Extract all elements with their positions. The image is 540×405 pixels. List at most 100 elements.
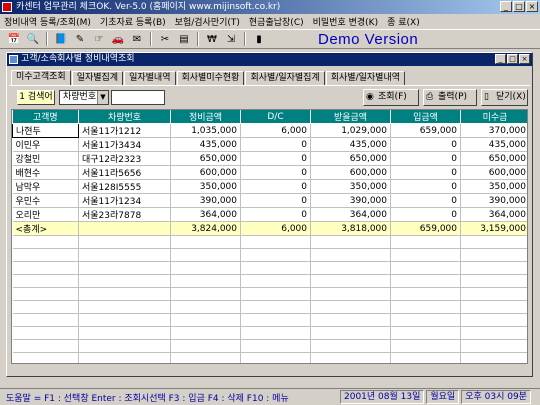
table-cell[interactable]: 350,000 <box>460 179 527 194</box>
table-cell[interactable]: 0 <box>390 137 461 152</box>
table-cell[interactable]: 1,035,000 <box>170 123 241 138</box>
table-cell[interactable]: 이민우 <box>12 137 79 152</box>
table-row[interactable]: 나현두 서울11가1212 1,035,000 6,000 1,029,000 … <box>12 123 527 138</box>
table-cell[interactable]: 서울128I5555 <box>78 179 171 194</box>
table-cell[interactable]: 서울11가3434 <box>78 137 171 152</box>
table-cell[interactable]: 0 <box>240 151 311 166</box>
table-row[interactable]: 남막우 서울128I5555 350,000 0 350,000 0 350,0… <box>12 179 527 194</box>
table-cell[interactable]: 서울23라7878 <box>78 207 171 222</box>
title-bar[interactable]: 카센터 업무관리 체크OK. Ver-5.0 (홈페이지 www.mijinso… <box>0 0 540 14</box>
tab-unpaid-customers[interactable]: 미수고객조회 <box>11 70 71 86</box>
table-cell[interactable]: 강철민 <box>12 151 79 166</box>
hand-icon[interactable]: ☞ <box>91 32 107 47</box>
table-cell[interactable]: 600,000 <box>170 165 241 180</box>
table-cell[interactable]: 서울11가1212 <box>78 123 171 138</box>
menu-cashbook[interactable]: 현금출납장(C) <box>249 15 304 28</box>
door-icon[interactable]: ▮ <box>251 32 267 47</box>
table-cell[interactable]: 364,000 <box>170 207 241 222</box>
table-cell[interactable]: 600,000 <box>460 165 527 180</box>
table-row[interactable]: 우민수 서울11가1234 390,000 0 390,000 0 390,00… <box>12 193 527 208</box>
child-title-bar[interactable]: 고객/소속회사별 정비내역조회 _ □ × <box>7 53 532 66</box>
table-cell[interactable]: 435,000 <box>310 137 391 152</box>
child-maximize-button[interactable]: □ <box>507 54 518 64</box>
table-cell[interactable]: 서울11라5656 <box>78 165 171 180</box>
tab-company-daily-detail[interactable]: 회사별/일자별내역 <box>325 71 406 85</box>
maximize-button[interactable]: □ <box>513 1 525 12</box>
table-cell[interactable]: 350,000 <box>310 179 391 194</box>
table-cell[interactable]: 나현두 <box>12 123 79 138</box>
close-button[interactable]: × <box>526 1 538 12</box>
menu-maintenance[interactable]: 정비내역 등록/조회(M) <box>4 15 91 28</box>
table-cell[interactable]: 0 <box>390 151 461 166</box>
table-cell[interactable]: 435,000 <box>460 137 527 152</box>
edit-icon[interactable]: ✎ <box>72 32 88 47</box>
column-header[interactable]: 미수금 <box>460 110 527 124</box>
table-cell[interactable]: 우민수 <box>12 193 79 208</box>
search-input[interactable] <box>111 90 165 105</box>
table-cell[interactable]: 오리만 <box>12 207 79 222</box>
total-row[interactable]: <총계> 3,824,000 6,000 3,818,000 659,000 3… <box>12 221 527 236</box>
mail-icon[interactable]: ✉ <box>129 32 145 47</box>
menu-insurance[interactable]: 보험/검사만기(T) <box>175 15 240 28</box>
table-cell[interactable]: 390,000 <box>460 193 527 208</box>
query-button[interactable]: ◉ 조회(F) <box>363 89 419 106</box>
close-window-button[interactable]: ▯ 닫기(X) <box>481 89 528 106</box>
tab-daily-detail[interactable]: 일자별내역 <box>124 71 176 85</box>
table-row[interactable]: 강철민 대구12라2323 650,000 0 650,000 0 650,00… <box>12 151 527 166</box>
exit-icon[interactable]: ⇲ <box>223 32 239 47</box>
table-cell[interactable]: 650,000 <box>310 151 391 166</box>
table-cell[interactable]: 0 <box>240 179 311 194</box>
menu-password[interactable]: 비밀번호 변경(K) <box>313 15 378 28</box>
car-icon[interactable]: 🚗 <box>110 32 126 47</box>
table-cell[interactable]: 1,029,000 <box>310 123 391 138</box>
child-minimize-button[interactable]: _ <box>495 54 506 64</box>
tools-icon[interactable]: ✂ <box>157 32 173 47</box>
column-header[interactable]: 입금액 <box>390 110 461 124</box>
table-cell[interactable]: 659,000 <box>390 123 461 138</box>
table-row[interactable]: 이민우 서울11가3434 435,000 0 435,000 0 435,00… <box>12 137 527 152</box>
table-cell[interactable]: 364,000 <box>310 207 391 222</box>
table-cell[interactable]: 남막우 <box>12 179 79 194</box>
menu-exit[interactable]: 종 료(X) <box>387 15 420 28</box>
table-cell[interactable]: 350,000 <box>170 179 241 194</box>
table-cell[interactable]: 0 <box>240 207 311 222</box>
table-cell[interactable]: 6,000 <box>240 123 311 138</box>
table-cell[interactable]: 0 <box>240 137 311 152</box>
table-cell[interactable]: 390,000 <box>170 193 241 208</box>
table-cell[interactable]: 0 <box>390 179 461 194</box>
table-cell[interactable]: 650,000 <box>170 151 241 166</box>
tab-daily-summary[interactable]: 일자별집계 <box>71 71 124 85</box>
tab-company-daily-summary[interactable]: 회사별/일자별집계 <box>245 71 325 85</box>
table-cell[interactable]: 0 <box>390 193 461 208</box>
table-row[interactable]: 배현수 서울11라5656 600,000 0 600,000 0 600,00… <box>12 165 527 180</box>
table-cell[interactable]: 370,000 <box>460 123 527 138</box>
column-header[interactable]: D/C <box>240 110 311 124</box>
money-icon[interactable]: ₩ <box>204 32 220 47</box>
unpaid-grid[interactable]: 고객명 차량번호 정비금액 D/C 받을금액 입금액 미수금 나현두 서울11가… <box>11 109 528 364</box>
column-header[interactable]: 차량번호 <box>78 110 171 124</box>
table-cell[interactable]: 0 <box>390 165 461 180</box>
column-header[interactable]: 받을금액 <box>310 110 391 124</box>
book-icon[interactable]: 📘 <box>53 32 69 47</box>
column-header[interactable]: 정비금액 <box>170 110 241 124</box>
table-cell[interactable]: 390,000 <box>310 193 391 208</box>
table-cell[interactable]: 0 <box>240 193 311 208</box>
search-field-select[interactable]: 차량번호 ▼ <box>59 90 109 105</box>
chart-icon[interactable]: ▤ <box>176 32 192 47</box>
table-cell[interactable]: 대구12라2323 <box>78 151 171 166</box>
table-cell[interactable]: 0 <box>240 165 311 180</box>
table-cell[interactable]: 배현수 <box>12 165 79 180</box>
child-close-button[interactable]: × <box>519 54 530 64</box>
table-cell[interactable]: 364,000 <box>460 207 527 222</box>
minimize-button[interactable]: _ <box>500 1 512 12</box>
table-cell[interactable]: 600,000 <box>310 165 391 180</box>
search-icon[interactable]: 🔍 <box>25 32 41 47</box>
table-cell[interactable]: 0 <box>390 207 461 222</box>
calendar-icon[interactable]: 📅 <box>6 32 22 47</box>
table-cell[interactable]: 650,000 <box>460 151 527 166</box>
menu-basic-data[interactable]: 기초자료 등록(B) <box>100 15 166 28</box>
column-header[interactable]: 고객명 <box>12 110 79 124</box>
chevron-down-icon[interactable]: ▼ <box>97 91 108 104</box>
print-button[interactable]: ⎙ 출력(P) <box>423 89 477 106</box>
tab-company-unpaid[interactable]: 회사별미수현황 <box>176 71 245 85</box>
